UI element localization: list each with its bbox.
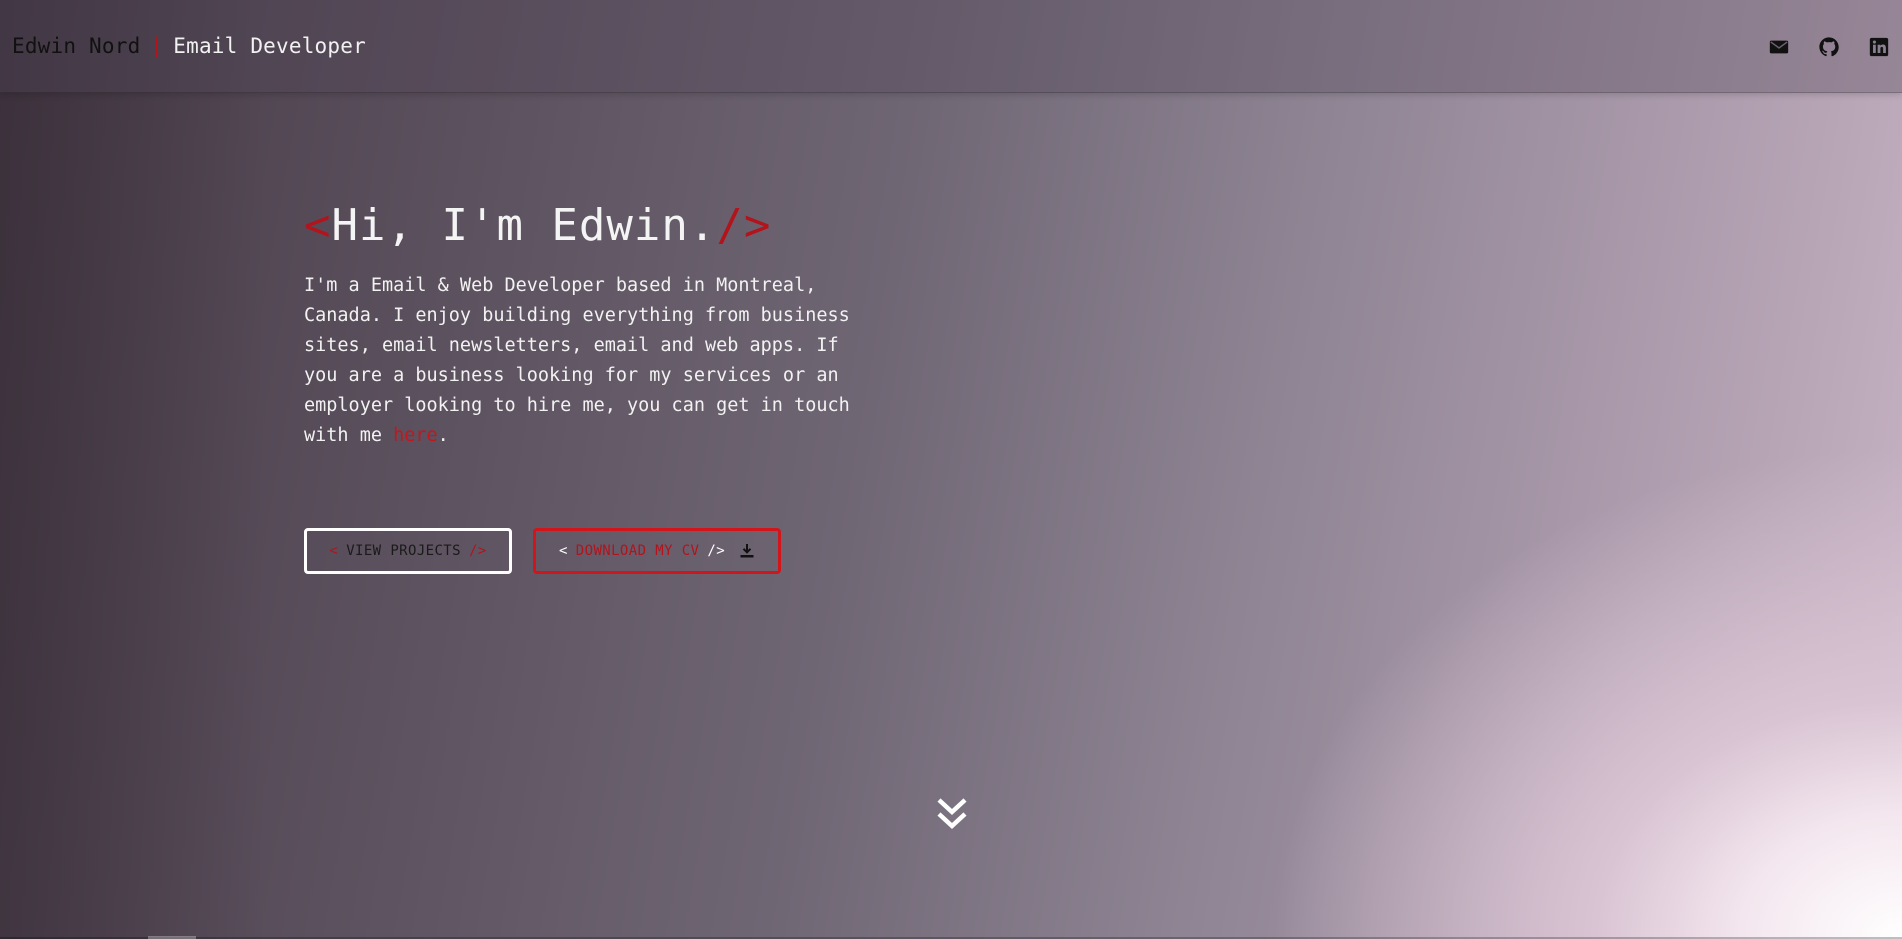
github-icon[interactable]: [1818, 36, 1840, 58]
title-text: Hi, I'm Edwin.: [331, 200, 717, 251]
brand-name: Edwin Nord: [12, 34, 141, 58]
brand-separator: |: [150, 34, 164, 58]
projects-close-tag: />: [468, 543, 487, 559]
title-open-tag: <: [304, 200, 332, 251]
hero-section: <Hi, I'm Edwin./> I'm a Email & Web Deve…: [304, 200, 884, 470]
navbar: Edwin Nord | Email Developer: [0, 0, 1902, 93]
download-icon: [739, 543, 755, 559]
cv-close-tag: />: [707, 543, 726, 559]
cv-label: DOWNLOAD MY CV: [575, 543, 700, 559]
cv-open-tag: <: [558, 543, 568, 559]
intro-paragraph: I'm a Email & Web Developer based in Mon…: [304, 271, 864, 451]
social-links: [1768, 36, 1890, 58]
double-chevron-down-icon[interactable]: [935, 796, 969, 832]
contact-link[interactable]: here: [393, 425, 438, 446]
envelope-icon[interactable]: [1768, 36, 1790, 58]
hero-title: <Hi, I'm Edwin./>: [304, 200, 884, 251]
projects-open-tag: <: [329, 543, 339, 559]
linkedin-icon[interactable]: [1868, 36, 1890, 58]
projects-label: VIEW PROJECTS: [346, 543, 461, 559]
title-close-tag: />: [716, 200, 772, 251]
intro-text: I'm a Email & Web Developer based in Mon…: [304, 275, 850, 446]
download-cv-button[interactable]: < DOWNLOAD MY CV />: [533, 528, 781, 574]
intro-end: .: [437, 425, 449, 446]
view-projects-button[interactable]: < VIEW PROJECTS />: [304, 528, 512, 574]
brand[interactable]: Edwin Nord | Email Developer: [12, 34, 366, 58]
brand-role: Email Developer: [173, 34, 366, 58]
